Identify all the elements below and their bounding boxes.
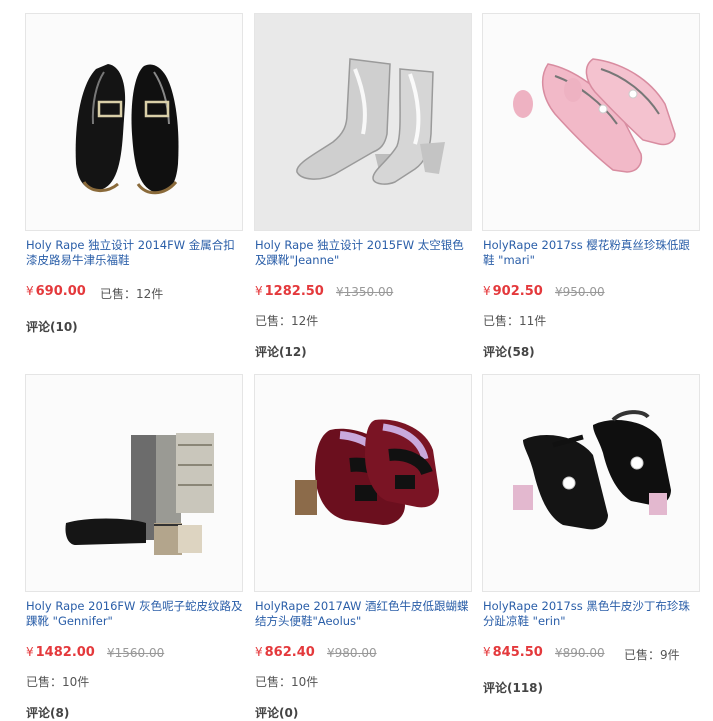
sold-count: 已售：9件: [624, 648, 680, 662]
product-image[interactable]: [254, 374, 472, 592]
price-value: 1482.00: [35, 645, 95, 660]
reviews-link[interactable]: 评论(0): [255, 704, 298, 721]
product-title[interactable]: Holy Rape 独立设计 2015FW 太空银色及踝靴"Jeanne": [255, 238, 473, 268]
sold-count: 已售：10件: [255, 675, 319, 689]
original-price: ¥980.00: [327, 646, 377, 660]
sold-count: 已售：12件: [100, 287, 164, 301]
product-price: ¥690.00: [26, 284, 86, 299]
product-image[interactable]: [482, 374, 700, 592]
product-price: ¥862.40: [255, 645, 315, 660]
reviews-link[interactable]: 评论(8): [26, 704, 69, 721]
product-price: ¥845.50: [483, 645, 543, 660]
reviews-link[interactable]: 评论(118): [483, 679, 543, 696]
reviews-link[interactable]: 评论(12): [255, 343, 307, 360]
product-title[interactable]: Holy Rape 2016FW 灰色呢子蛇皮纹路及踝靴 "Gennifer": [26, 599, 244, 629]
product-price: ¥1482.00: [26, 645, 95, 660]
product-title[interactable]: Holy Rape 独立设计 2014FW 金属合扣漆皮路易牛津乐福鞋: [26, 238, 244, 268]
original-price: ¥950.00: [555, 285, 605, 299]
original-price: ¥1560.00: [107, 646, 165, 660]
product-title[interactable]: HolyRape 2017ss 樱花粉真丝珍珠低跟鞋 "mari": [483, 238, 701, 268]
product-title[interactable]: HolyRape 2017ss 黑色牛皮沙丁布珍珠分趾凉鞋 "erin": [483, 599, 701, 629]
currency-symbol: ¥: [483, 284, 491, 298]
product-price: ¥902.50: [483, 284, 543, 299]
product-title[interactable]: HolyRape 2017AW 酒红色牛皮低跟蝴蝶结方头便鞋"Aeolus": [255, 599, 473, 629]
product-price: ¥1282.50: [255, 284, 324, 299]
sold-count: 已售：12件: [255, 314, 319, 328]
price-value: 845.50: [492, 645, 543, 660]
product-image[interactable]: [25, 13, 243, 231]
price-value: 690.00: [35, 284, 86, 299]
original-price: ¥890.00: [555, 646, 605, 660]
currency-symbol: ¥: [255, 284, 263, 298]
price-value: 1282.50: [264, 284, 324, 299]
product-image[interactable]: [25, 374, 243, 592]
sold-count: 已售：11件: [483, 314, 547, 328]
reviews-link[interactable]: 评论(58): [483, 343, 535, 360]
price-value: 862.40: [264, 645, 315, 660]
reviews-link[interactable]: 评论(10): [26, 318, 78, 335]
sold-count: 已售：10件: [26, 675, 90, 689]
original-price: ¥1350.00: [336, 285, 394, 299]
currency-symbol: ¥: [483, 645, 491, 659]
price-value: 902.50: [492, 284, 543, 299]
currency-symbol: ¥: [255, 645, 263, 659]
currency-symbol: ¥: [26, 645, 34, 659]
currency-symbol: ¥: [26, 284, 34, 298]
product-image[interactable]: [482, 13, 700, 231]
product-image[interactable]: [254, 13, 472, 231]
